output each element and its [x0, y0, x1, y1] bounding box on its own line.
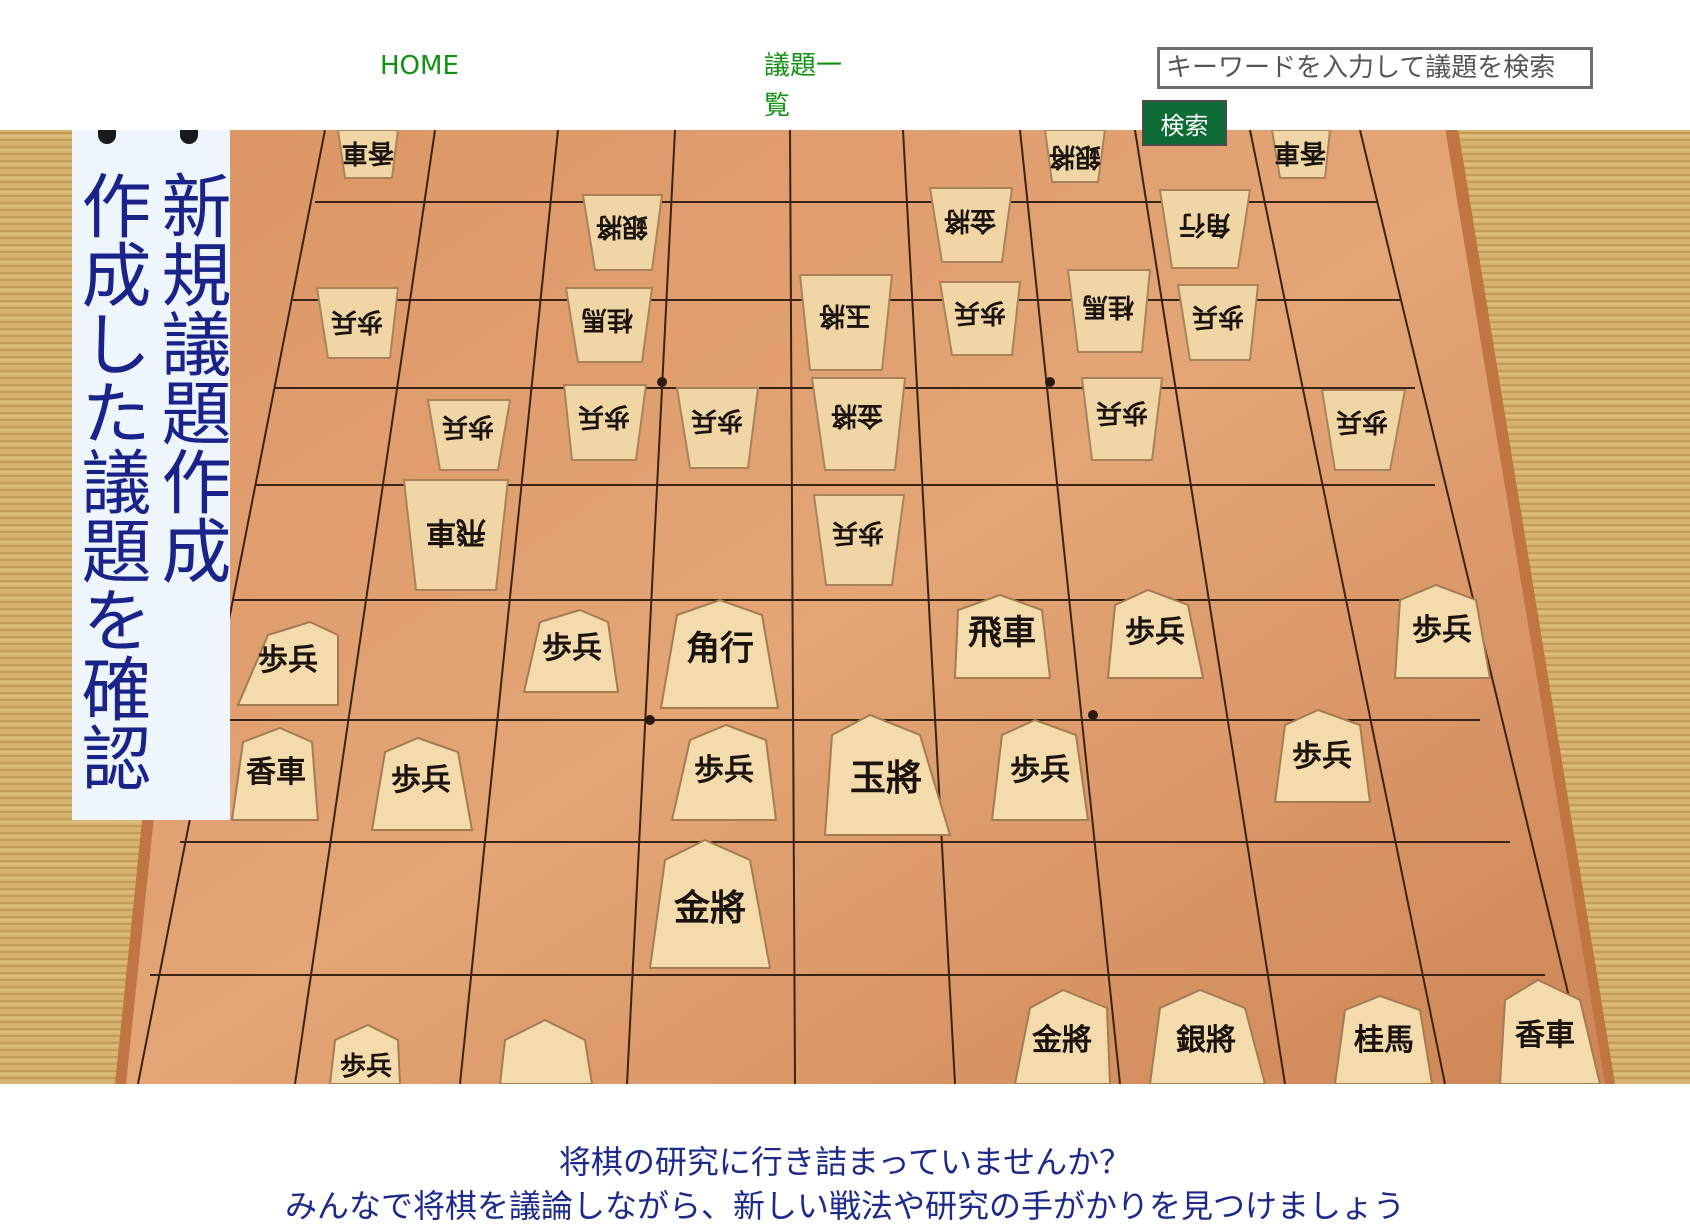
svg-text:歩兵: 歩兵 — [832, 517, 884, 547]
svg-text:歩兵: 歩兵 — [331, 306, 383, 336]
svg-text:歩兵: 歩兵 — [442, 411, 494, 441]
piece-label: 歩兵 — [1412, 613, 1472, 648]
svg-text:桂馬: 桂馬 — [1082, 291, 1134, 321]
svg-text:飛車: 飛車 — [426, 514, 486, 549]
piece-label: 歩兵 — [1292, 739, 1352, 774]
piece-label: 歩兵 — [694, 753, 754, 788]
svg-text:香車: 香車 — [1274, 137, 1326, 167]
piece-label: 歩兵 — [1125, 615, 1185, 650]
nav-home-link[interactable]: HOME — [380, 46, 459, 86]
piece-label: 歩兵 — [542, 631, 602, 666]
svg-text:玉將: 玉將 — [819, 300, 871, 330]
piece-label: 飛車 — [968, 613, 1036, 653]
intro-line-1: 将棋の研究に行き詰まっていませんか？ — [558, 1143, 1132, 1181]
svg-text:金將: 金將 — [944, 205, 997, 236]
piece-label: 桂馬 — [1354, 1023, 1414, 1058]
piece-label: 玉將 — [850, 757, 922, 799]
svg-text:桂馬: 桂馬 — [581, 304, 633, 334]
site-header: HOME 議題一覧 検索 — [0, 0, 1690, 146]
svg-text:歩兵: 歩兵 — [1336, 406, 1388, 436]
search-input[interactable] — [1157, 47, 1593, 89]
new-topic-link[interactable]: 新規議題作成 — [150, 130, 232, 820]
piece-label: 金將 — [673, 887, 746, 929]
hero-shogi-board-image: 香車 銀將 香車 銀將 金將 角行 歩兵 桂馬 玉將 歩兵 桂馬 歩兵 歩兵 歩… — [0, 130, 1690, 1084]
svg-text:歩兵: 歩兵 — [578, 401, 630, 431]
svg-text:金將: 金將 — [831, 400, 884, 431]
intro-line-2: みんなで将棋を議論しながら、新しい戦法や研究の手がかりを見つけましょう — [284, 1187, 1405, 1225]
search-button[interactable]: 検索 — [1142, 100, 1227, 146]
svg-text:歩兵: 歩兵 — [1192, 301, 1244, 331]
svg-text:歩兵: 歩兵 — [691, 405, 743, 435]
intro-section: 将棋の研究に行き詰まっていませんか？ みんなで将棋を議論しながら、新しい戦法や研… — [0, 1140, 1690, 1228]
svg-text:歩兵: 歩兵 — [954, 297, 1006, 327]
svg-text:香車: 香車 — [342, 137, 394, 167]
piece-label: 歩兵 — [1010, 753, 1070, 788]
piece-label: 角行 — [686, 629, 754, 669]
piece-label: 歩兵 — [340, 1052, 392, 1082]
my-topics-link[interactable]: 作成した議題を確認 — [70, 130, 152, 820]
svg-text:銀將: 銀將 — [1049, 141, 1101, 171]
piece-label: 銀將 — [1176, 1023, 1236, 1058]
piece-label: 金將 — [1031, 1023, 1092, 1058]
piece-label: 歩兵 — [391, 763, 451, 798]
svg-text:角行: 角行 — [1179, 209, 1231, 240]
piece-label: 香車 — [1515, 1018, 1575, 1053]
side-menu: 新規議題作成 作成した議題を確認 — [70, 130, 232, 820]
piece-label: 香車 — [246, 755, 306, 790]
nav-topic-list-link[interactable]: 議題一覧 — [764, 46, 856, 126]
piece-label: 歩兵 — [258, 643, 318, 678]
svg-text:銀將: 銀將 — [596, 211, 648, 241]
svg-text:歩兵: 歩兵 — [1096, 397, 1148, 427]
shogi-board-illustration: 香車 銀將 香車 銀將 金將 角行 歩兵 桂馬 玉將 歩兵 桂馬 歩兵 歩兵 歩… — [0, 130, 1690, 1084]
